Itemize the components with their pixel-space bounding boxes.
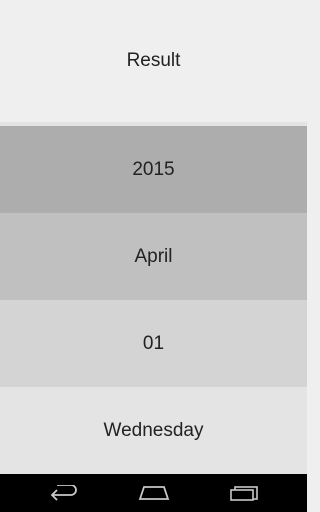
app-screen: Result 2015 April 01 Wednesday — [0, 0, 307, 512]
home-icon — [138, 486, 170, 500]
back-icon — [50, 485, 77, 501]
back-button[interactable] — [34, 474, 94, 512]
weekday-row[interactable]: Wednesday — [0, 387, 307, 474]
year-row[interactable]: 2015 — [0, 126, 307, 213]
recent-apps-button[interactable] — [214, 474, 274, 512]
month-value: April — [134, 245, 173, 267]
day-value: 01 — [142, 332, 165, 354]
result-title: Result — [126, 50, 181, 71]
day-row[interactable]: 01 — [0, 300, 307, 387]
month-row[interactable]: April — [0, 213, 307, 300]
home-button[interactable] — [124, 474, 184, 512]
recent-apps-icon — [230, 486, 258, 501]
result-header: Result — [0, 0, 307, 122]
weekday-value: Wednesday — [103, 419, 204, 441]
system-navigation-bar — [0, 474, 307, 512]
year-value: 2015 — [132, 158, 175, 180]
